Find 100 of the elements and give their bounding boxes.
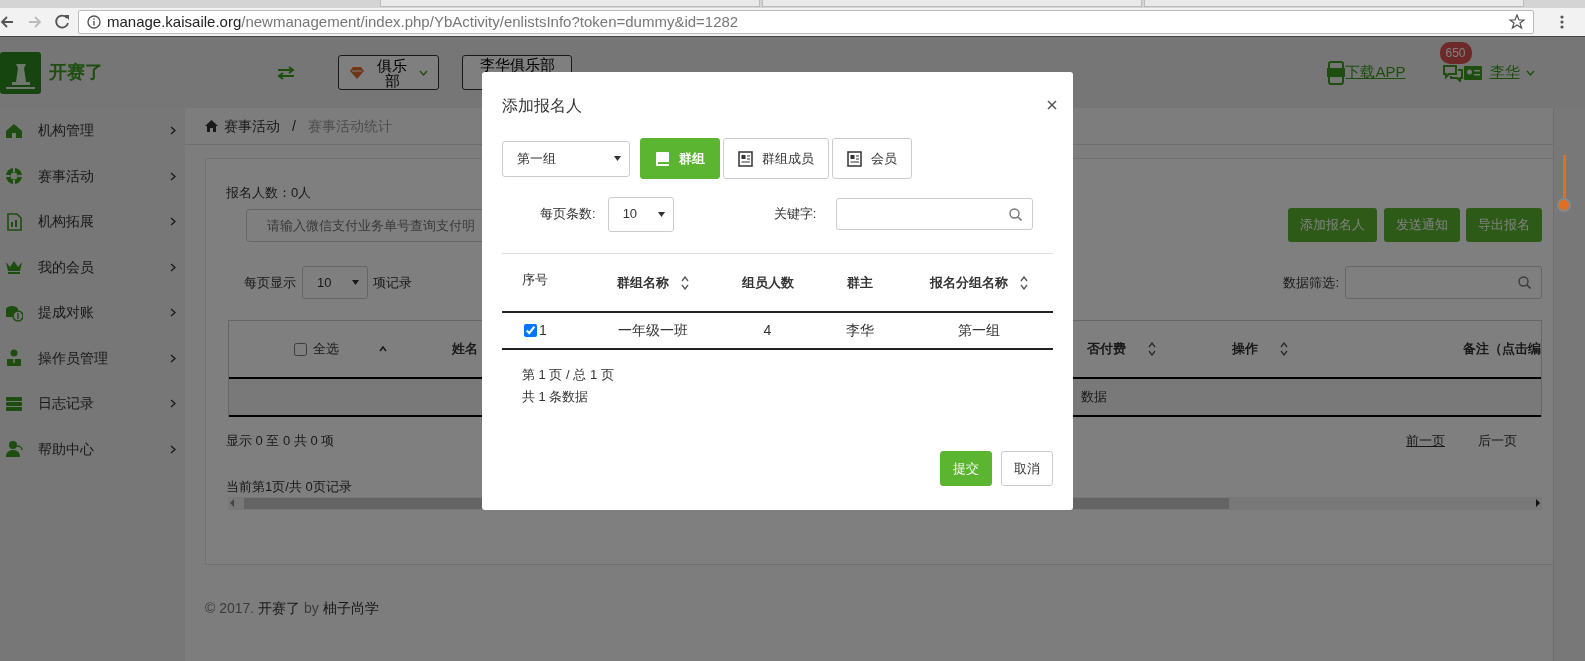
page-summary: 当前第1页/共 0页记录 [226,478,353,496]
column-header: 群组名称 [616,273,669,292]
dialog-title: 添加报名人 [502,96,582,116]
keyword-label: 关键字: [773,205,817,224]
star-icon[interactable] [1509,14,1525,30]
book-icon [655,150,671,167]
company-link[interactable]: 柚子尚学 [322,600,379,616]
chevron-right-icon [170,353,176,363]
info-icon [87,15,101,29]
phone-app-icon [1327,60,1346,85]
user-menu[interactable]: 李华 [1489,61,1535,84]
column-header: 姓名 [452,340,478,359]
record-count: 共 1 条数据 [522,387,590,406]
breadcrumb-link[interactable]: 赛事活动 [224,115,280,137]
column-header: 备注（点击编 [1463,340,1541,359]
reload-icon[interactable] [54,14,70,30]
chat-icon[interactable] [1441,63,1464,82]
group-select[interactable]: 第一组 [502,140,630,177]
chart-icon [5,212,23,231]
caret-icon [419,69,428,76]
diamond-icon [349,65,365,80]
sort-icon[interactable] [1020,275,1028,290]
column-header: 否付费 [1087,340,1126,359]
sidebar-item[interactable]: 操作员管理 [0,335,185,381]
group-type-tab[interactable]: 会员 [832,138,912,179]
search-icon [1009,207,1023,221]
user-card-icon[interactable] [1463,65,1482,80]
download-app-link[interactable]: 下载APP [1327,60,1406,85]
table-cell-text: 1 [539,321,547,340]
page-size-suffix: 项记录 [373,273,412,292]
breadcrumb-separator: / [292,116,296,136]
swap-icon[interactable] [277,65,295,80]
chevron-right-icon [170,399,176,409]
chevron-right-icon [170,171,176,181]
group-type-tab[interactable]: 群组 [640,138,720,179]
table-cell-text: 4 [763,321,772,340]
sidebar-item[interactable]: 日志记录 [0,381,185,427]
menu-icon[interactable] [1560,15,1564,29]
table-cell-text: 第一组 [958,321,1000,340]
sort-icon[interactable] [1280,342,1288,356]
page-size-select[interactable]: 10 [607,196,674,232]
filter-field[interactable] [1345,266,1542,299]
close-icon[interactable] [1047,100,1057,110]
page-size-select[interactable]: 10 [302,266,368,299]
footer-text: © 2017. 开赛了 by 柚子尚学 [205,599,380,618]
submit-button[interactable]: 提交 [940,451,992,486]
app-title: 开赛了 [49,61,103,84]
page-indicator: 第 1 页 / 总 1 页 [522,366,615,384]
caret-down-icon [352,280,359,285]
newspaper-icon [847,150,863,167]
chevron-right-icon [170,262,176,272]
home-icon [205,120,218,132]
page-size-label: 每页显示 [244,273,296,292]
sidebar-item[interactable]: 机构管理 [0,108,185,154]
signup-count: 报名人数：0人 [226,184,313,202]
table-info: 显示 0 至 0 共 0 项 [226,432,335,451]
filter-label: 数据筛选: [1283,273,1339,292]
column-header: 组员人数 [741,273,794,292]
select-all-checkbox[interactable] [294,342,307,356]
sidebar-item[interactable]: 帮助中心 [0,426,185,472]
sort-icon[interactable] [1148,342,1156,356]
chevron-right-icon [170,217,176,227]
keyword-search-field[interactable] [836,198,1034,230]
scroll-marker-drawing [1556,155,1572,215]
caret-down-icon [614,156,621,161]
sidebar-item[interactable]: 提成对账 [0,290,185,336]
chevron-right-icon [170,308,176,318]
newspaper-icon [738,150,754,167]
chevron-right-icon [170,126,176,136]
action-button[interactable]: 导出报名 [1466,208,1542,242]
column-header: 群主 [847,273,873,292]
caret-icon [1526,69,1535,76]
sidebar-item[interactable]: 机构拓展 [0,199,185,245]
person-icon [5,349,23,368]
search-icon [1518,276,1531,289]
group-type-tab[interactable]: 群组成员 [723,138,829,179]
cancel-button[interactable]: 取消 [1001,451,1053,486]
sidebar-item[interactable]: 我的会员 [0,244,185,290]
sidebar-item[interactable]: 赛事活动 [0,153,185,199]
sort-ascending-icon[interactable] [379,346,387,352]
empty-table-text: 数据 [1081,388,1107,407]
organization-type-select[interactable]: 俱乐部 [338,55,439,90]
select-all-label: 全选 [313,340,339,359]
row-checkbox[interactable] [524,324,537,337]
page-size-label: 每页条数: [540,205,596,224]
action-button[interactable]: 发送通知 [1383,208,1460,242]
action-button[interactable]: 添加报名人 [1288,208,1377,242]
table-cell-text: 一年级一班 [617,321,688,340]
coins-icon [5,303,23,322]
column-header: 操作 [1232,340,1258,359]
vertical-scrollbar[interactable] [1553,108,1585,661]
sort-icon[interactable] [680,275,689,290]
table-cell-text: 李华 [846,321,874,340]
stack-icon [5,394,23,413]
support-icon [5,440,23,459]
brand-link[interactable]: 开赛了 [258,600,301,616]
column-header: 报名分组名称 [930,273,1008,292]
chess-logo [0,51,41,94]
back-icon[interactable] [0,15,14,29]
lifebuoy-icon [5,167,23,186]
